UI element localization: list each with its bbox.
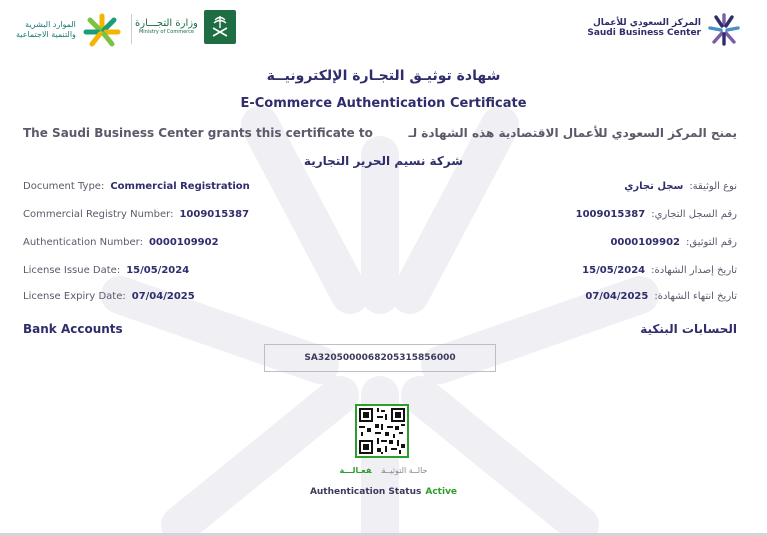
registry-number-row: Commercial Registry Number: 1009015387 <box>23 209 249 220</box>
moc-logo-english: Ministry of Commerce <box>138 28 194 35</box>
hr-ministry-logo: الموارد البشرية والتنمية الاجتماعية <box>16 12 122 48</box>
sbc-star-icon <box>708 13 740 46</box>
grants-statement-english: The Saudi Business Center grants this ce… <box>23 126 373 140</box>
field-value: Commercial Registration <box>110 181 250 192</box>
document-type-row-ar: نوع الوثيقة: سجل تجاري <box>624 181 737 192</box>
field-label: تاريخ إصدار الشهادة: <box>651 265 737 276</box>
iban-box: SA3205000068205315856000 <box>264 344 496 372</box>
expiry-date-row-ar: تاريخ انتهاء الشهادة: 07/04/2025 <box>585 291 737 302</box>
certificate-title-arabic: شهادة توثيـق التجـارة الإلكترونيــة <box>266 68 501 84</box>
authentication-number-row-ar: رقم التوثيق: 0000109902 <box>610 237 737 248</box>
field-value: 0000109902 <box>148 237 219 248</box>
issue-date-row-ar: تاريخ إصدار الشهادة: 15/05/2024 <box>582 265 737 276</box>
field-value: 07/04/2025 <box>585 291 649 302</box>
field-value: سجل تجاري <box>624 181 684 192</box>
hr-logo-line2: والتنمية الاجتماعية <box>16 30 76 39</box>
bank-accounts-heading: Bank Accounts <box>23 322 123 336</box>
authentication-status: Authentication Status Active <box>0 487 767 497</box>
certificate-page: الموارد البشرية والتنمية الاجتماعية وزار… <box>0 0 767 536</box>
authentication-status-arabic: حالــة التوثيــق فعـالـــة <box>0 466 767 475</box>
field-label: Commercial Registry Number: <box>23 209 174 220</box>
grants-statement-arabic: يمنح المركز السعودي للأعمال الاقتصادية ه… <box>408 126 738 140</box>
field-label: نوع الوثيقة: <box>689 181 737 192</box>
issue-date-row: License Issue Date: 15/05/2024 <box>23 265 189 276</box>
status-label: Authentication Status <box>309 487 422 497</box>
field-value: 15/05/2024 <box>582 265 646 276</box>
field-label: License Issue Date: <box>23 265 121 276</box>
field-label: License Expiry Date: <box>23 291 126 302</box>
sbc-logo-english: Saudi Business Center <box>587 28 701 38</box>
document-type-row: Document Type: Commercial Registration <box>23 181 250 192</box>
field-value: 15/05/2024 <box>126 265 190 276</box>
sbc-logo: المركز السعودي للأعمال Saudi Business Ce… <box>587 12 741 46</box>
field-label: تاريخ انتهاء الشهادة: <box>654 291 737 302</box>
registry-number-row-ar: رقم السجل التجاري: 1009015387 <box>576 209 737 220</box>
qr-code-icon[interactable] <box>355 404 409 458</box>
certificate-title-english: E-Commerce Authentication Certificate <box>240 96 527 111</box>
status-label-arabic: حالــة التوثيــق <box>381 466 428 475</box>
bank-accounts-heading-arabic: الحسابات البنكية <box>640 322 737 336</box>
status-badge: Active <box>425 487 458 497</box>
field-value: 1009015387 <box>575 209 646 220</box>
hr-logo-line1: الموارد البشرية <box>25 20 76 30</box>
expiry-date-row: License Expiry Date: 07/04/2025 <box>23 291 195 302</box>
logo-divider <box>131 14 132 44</box>
hr-star-icon <box>83 13 121 47</box>
field-label: Authentication Number: <box>23 237 143 248</box>
moc-logo: وزارة التجـــارة Ministry of Commerce <box>135 10 236 44</box>
field-label: رقم السجل التجاري: <box>651 209 737 220</box>
saudi-emblem-icon <box>203 10 236 44</box>
authentication-number-row: Authentication Number: 0000109902 <box>23 237 219 248</box>
field-value: 1009015387 <box>179 209 250 220</box>
company-name: شركة نسيم الحرير التجارية <box>303 154 464 168</box>
field-label: رقم التوثيق: <box>686 237 737 248</box>
field-value: 07/04/2025 <box>131 291 195 302</box>
field-label: Document Type: <box>23 181 105 192</box>
status-value-arabic: فعـالـــة <box>339 466 372 475</box>
field-value: 0000109902 <box>610 237 681 248</box>
